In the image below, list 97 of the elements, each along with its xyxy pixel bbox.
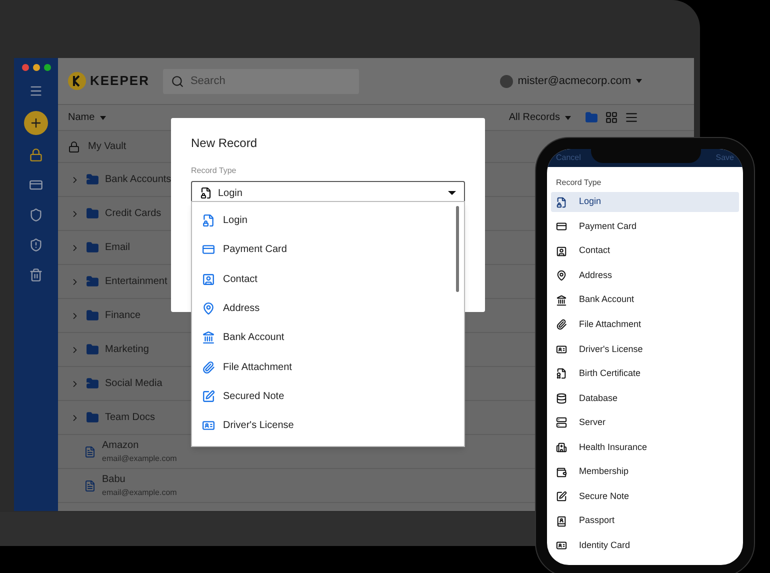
- folder-name: Email: [105, 241, 130, 255]
- map-pin-icon: [556, 270, 567, 282]
- account-menu[interactable]: mister@acmecorp.com: [500, 72, 642, 90]
- folder-icon: [86, 411, 99, 424]
- contact-card-icon: [202, 272, 215, 286]
- paperclip-icon: [202, 360, 215, 374]
- dropdown-option[interactable]: Contact: [202, 264, 464, 294]
- record-type-option[interactable]: Membership: [551, 462, 739, 482]
- bank-building-icon: [202, 331, 215, 344]
- add-icon: [29, 116, 43, 130]
- grid-icon[interactable]: [605, 111, 618, 124]
- caret-icon: [448, 191, 456, 195]
- avatar: [500, 74, 513, 88]
- sort-menu[interactable]: Name: [68, 110, 106, 125]
- vault-title: My Vault: [88, 140, 126, 154]
- dropdown-option[interactable]: Bank Account: [202, 323, 464, 352]
- menu-icon[interactable]: [29, 84, 43, 98]
- filter-menu[interactable]: All Records: [508, 110, 571, 125]
- dropdown-option[interactable]: File Attachment: [202, 352, 464, 382]
- record-type-option[interactable]: Secure Note: [551, 486, 739, 507]
- hospital-icon: [556, 442, 567, 453]
- list-icon[interactable]: [625, 111, 638, 124]
- folder-name: Finance: [105, 309, 141, 323]
- add-button[interactable]: [24, 111, 48, 135]
- login-file-icon: [556, 196, 567, 208]
- folder-icon: [86, 343, 99, 356]
- search-input[interactable]: Search: [190, 72, 340, 90]
- shared-folder-icon: [86, 275, 99, 288]
- record-type-option[interactable]: Birth Certificate: [551, 364, 739, 384]
- card-icon: [556, 221, 567, 232]
- caret-icon: [636, 79, 642, 83]
- record-type-option[interactable]: Bank Account: [551, 290, 739, 310]
- record-type-option[interactable]: File Attachment: [551, 314, 739, 335]
- folder-name: Credit Cards: [105, 207, 162, 221]
- search-field[interactable]: Search: [163, 68, 360, 94]
- record-type-option[interactable]: Payment Card: [551, 216, 739, 237]
- record-subtitle: email@example.com: [102, 452, 177, 464]
- folder-name: Social Media: [105, 377, 162, 391]
- id-card-icon: [202, 419, 215, 432]
- card-icon: [202, 243, 215, 256]
- document-icon: [84, 446, 96, 458]
- record-type-option[interactable]: Passport: [551, 511, 739, 532]
- lock-icon[interactable]: [29, 148, 43, 162]
- shared-folder-icon: [86, 173, 99, 186]
- dropdown-option[interactable]: Address: [202, 294, 464, 324]
- folder-name: Team Docs: [105, 411, 156, 425]
- card-icon[interactable]: [29, 178, 43, 192]
- record-type-option[interactable]: Driver's License: [551, 339, 739, 360]
- dropdown-option[interactable]: Payment Card: [202, 235, 464, 265]
- folder-name: Entertainment: [105, 275, 168, 289]
- login-file-icon: [200, 187, 212, 199]
- lock-icon: [68, 140, 80, 152]
- shared-folder-icon: [86, 377, 99, 390]
- folder-name: Bank Accounts: [105, 173, 172, 187]
- contact-card-icon: [556, 246, 567, 257]
- logo-text: KEEPER: [90, 72, 150, 90]
- record-title: Babu: [102, 472, 126, 486]
- record-type-option[interactable]: Contact: [551, 241, 739, 262]
- record-type-option[interactable]: Identity Card: [551, 536, 739, 556]
- record-type-option[interactable]: Health Insurance: [551, 437, 739, 458]
- passport-book-icon: [556, 516, 567, 527]
- bank-building-icon: [556, 294, 567, 306]
- paperclip-icon: [556, 319, 567, 330]
- trash-icon[interactable]: [29, 268, 43, 282]
- record-type-option[interactable]: Address: [551, 266, 739, 286]
- logo-icon: [68, 72, 86, 90]
- field-label: Record Type: [191, 165, 238, 177]
- pen-note-icon: [202, 390, 215, 403]
- caret-icon: [100, 116, 106, 120]
- dialog-title: New Record: [191, 135, 258, 152]
- map-pin-icon: [202, 302, 215, 316]
- id-card-icon: [556, 540, 567, 552]
- folder-name: Marketing: [105, 343, 149, 357]
- scrollbar-thumb[interactable]: [456, 206, 459, 292]
- shield-icon[interactable]: [29, 208, 43, 222]
- field-label: Record Type: [556, 177, 602, 189]
- search-icon: [171, 74, 184, 88]
- record-subtitle: email@example.com: [102, 486, 177, 498]
- folder-icon: [86, 241, 99, 254]
- caret-icon: [565, 116, 571, 120]
- shield-alert-icon[interactable]: [29, 238, 43, 252]
- id-card-icon: [556, 344, 567, 355]
- record-type-option[interactable]: Database: [551, 388, 739, 408]
- document-icon: [84, 480, 96, 492]
- pen-note-icon: [556, 491, 567, 502]
- database-icon: [556, 392, 567, 404]
- folder-icon: [86, 207, 99, 220]
- record-title: Amazon: [102, 438, 140, 452]
- record-type-option[interactable]: Server: [551, 412, 739, 433]
- certificate-file-icon: [556, 368, 567, 380]
- server-icon: [556, 417, 567, 428]
- record-type-option[interactable]: Login: [551, 192, 739, 212]
- dropdown-option[interactable]: Login: [202, 206, 464, 236]
- dropdown-option[interactable]: Secured Note: [202, 382, 464, 412]
- login-file-icon: [202, 214, 215, 228]
- folder-icon: [86, 309, 99, 322]
- wallet-icon: [556, 466, 567, 478]
